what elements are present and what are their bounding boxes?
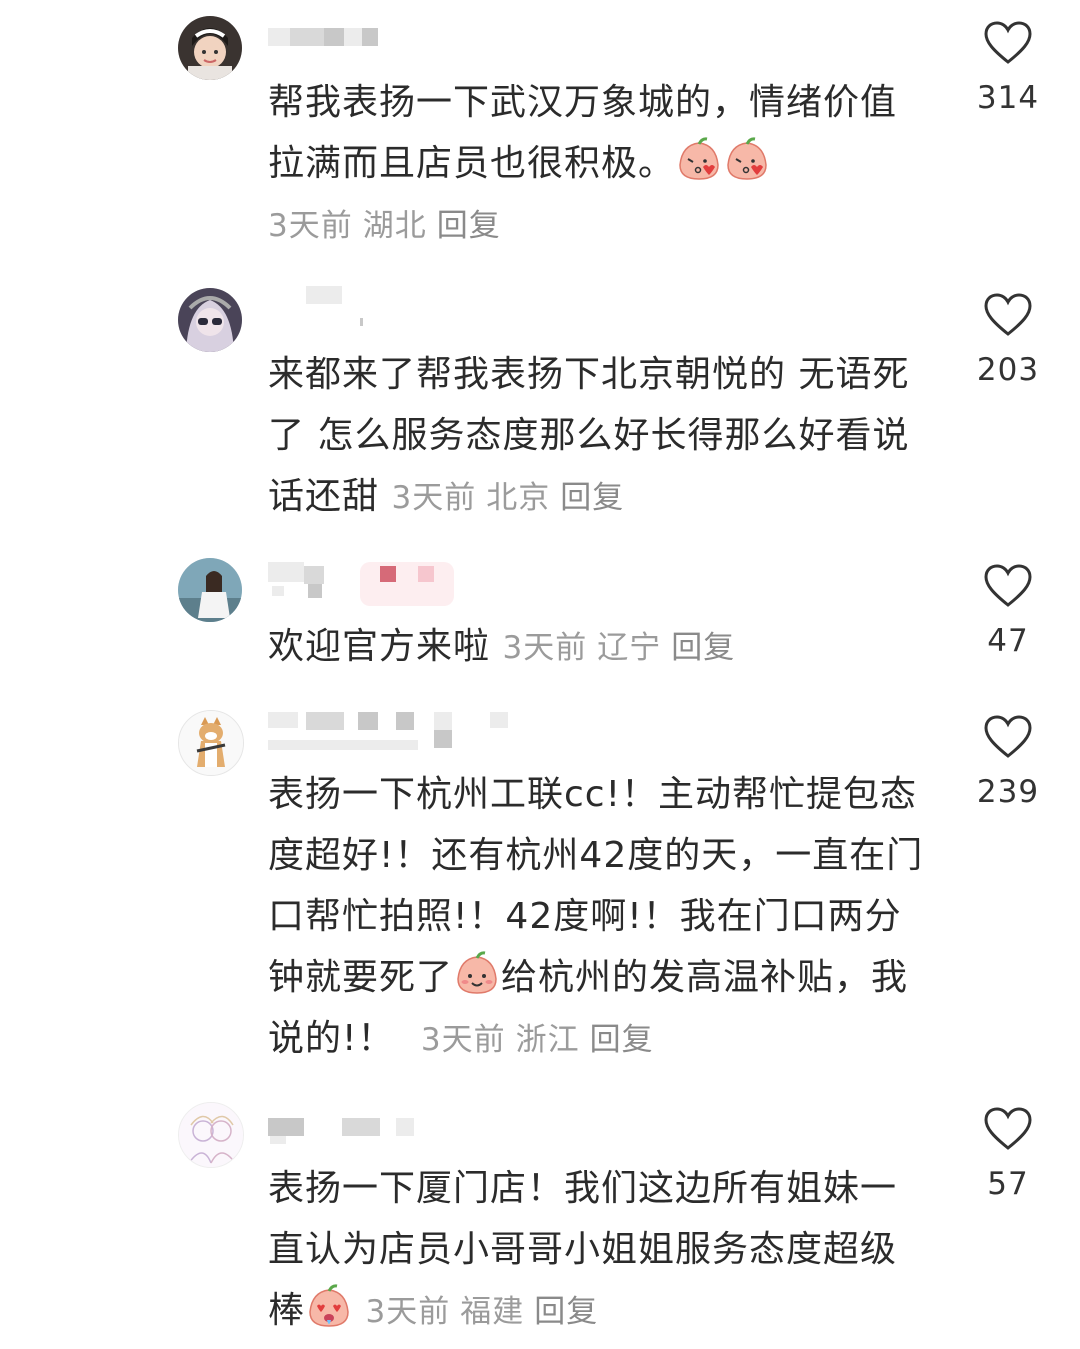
avatar[interactable] — [178, 710, 244, 776]
comment-text: 来都来了帮我表扬下北京朝悦的 无语死了 怎么服务态度那么好长得那么好看说话还甜 … — [268, 344, 928, 529]
comment-location: 福建 — [460, 1294, 525, 1330]
reply-button[interactable]: 回复 — [534, 1294, 598, 1330]
reply-button[interactable]: 回复 — [590, 1022, 654, 1058]
comment-location: 浙江 — [515, 1022, 580, 1058]
avatar[interactable] — [178, 1102, 244, 1168]
comment-meta: 3天前 浙江 回复 — [421, 1022, 654, 1058]
comment-location: 湖北 — [362, 208, 427, 244]
avatar[interactable] — [178, 288, 242, 352]
username-blurred[interactable] — [268, 710, 518, 754]
reply-button[interactable]: 回复 — [437, 208, 501, 244]
heart-icon[interactable] — [983, 563, 1033, 609]
like-button[interactable]: 314 — [968, 20, 1048, 116]
like-count: 314 — [976, 80, 1040, 116]
heart-icon[interactable] — [983, 292, 1033, 338]
like-count: 203 — [976, 352, 1040, 388]
comment-time: 3天前 — [502, 630, 588, 666]
comment-location: 辽宁 — [597, 630, 662, 666]
heart-eyes-face-emoji — [309, 1284, 349, 1327]
comment-meta: 3天前 辽宁 回复 — [502, 630, 735, 666]
comment-location: 北京 — [486, 480, 551, 516]
comment-time: 3天前 — [268, 208, 353, 244]
avatar[interactable] — [178, 16, 242, 80]
comment-body: 欢迎官方来啦 — [268, 626, 491, 667]
heart-icon[interactable] — [983, 1106, 1033, 1152]
like-button[interactable]: 57 — [968, 1106, 1048, 1202]
comment-time: 3天前 — [391, 480, 477, 516]
like-button[interactable]: 203 — [968, 292, 1048, 388]
heart-icon[interactable] — [983, 20, 1033, 66]
comment-text: 帮我表扬一下武汉万象城的，情绪价值拉满而且店员也很积极。 3天前 湖北 回复 — [268, 72, 928, 257]
like-count: 239 — [976, 774, 1040, 810]
username-blurred[interactable] — [268, 1116, 428, 1160]
avatar[interactable] — [178, 558, 242, 622]
reply-button[interactable]: 回复 — [560, 480, 624, 516]
username-blurred[interactable] — [268, 26, 388, 70]
like-button[interactable]: 47 — [968, 563, 1048, 659]
username-blurred[interactable] — [268, 562, 458, 606]
kiss-face-emoji — [727, 137, 767, 180]
heart-icon[interactable] — [983, 714, 1033, 760]
reply-button[interactable]: 回复 — [671, 630, 735, 666]
comment-text: 表扬一下杭州工联cc!！主动帮忙提包态度超好!！还有杭州42度的天，一直在门口帮… — [268, 764, 928, 1071]
comment-meta: 3天前 北京 回复 — [391, 480, 624, 516]
comment-meta: 3天前 福建 回复 — [365, 1294, 598, 1330]
comment-text: 欢迎官方来啦 3天前 辽宁 回复 — [268, 616, 928, 679]
kiss-face-emoji — [679, 137, 719, 180]
comment-time: 3天前 — [420, 1022, 506, 1058]
smile-face-emoji — [457, 951, 497, 994]
like-button[interactable]: 239 — [968, 714, 1048, 810]
like-count: 47 — [987, 623, 1029, 659]
comment-text: 表扬一下厦门店！我们这边所有姐妹一直认为店员小哥哥小姐姐服务态度超级棒 3天前福… — [268, 1158, 928, 1343]
like-count: 57 — [987, 1166, 1029, 1202]
comment-time: 3天前 — [365, 1294, 451, 1330]
comment-body: 帮我表扬一下武汉万象城的，情绪价值拉满而且店员也很积极。 — [268, 82, 898, 184]
comment-meta: 3天前 湖北 回复 — [268, 208, 501, 244]
username-blurred[interactable] — [268, 286, 363, 330]
